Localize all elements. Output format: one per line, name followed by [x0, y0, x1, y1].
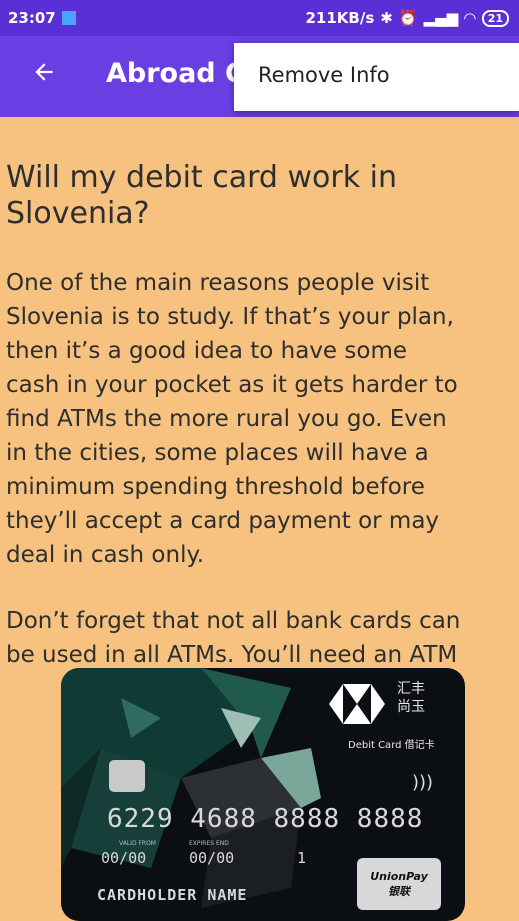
heading-line: Slovenia? [6, 196, 150, 231]
bank-name-chinese: 汇丰 尚玉 [397, 681, 425, 715]
arrow-left-icon [35, 63, 53, 81]
paragraph-line: then it’s a good idea to have some [6, 338, 408, 364]
status-right: 211KB/s ✱ ⏰ ▂▄▆ ◠ 21 [305, 9, 519, 27]
network-speed: 211KB/s [305, 9, 375, 27]
status-left: 23:07 [0, 9, 76, 27]
overflow-menu: Remove Info [234, 43, 519, 111]
debit-card-label: Debit Card 借记卡 [348, 740, 435, 751]
paragraph-line: cash in your pocket as it gets harder to [6, 372, 458, 398]
bluetooth-icon: ✱ [380, 9, 393, 27]
card-number: 6229 4688 8888 8888 [107, 804, 424, 834]
paragraph-line: in the cities, some places will have a [6, 440, 429, 466]
heading-line: Will my debit card work in [6, 160, 397, 195]
cardholder-name: CARDHOLDER NAME [97, 886, 248, 904]
valid-from-value: 00/00 [101, 849, 147, 867]
paragraph-line: One of the main reasons people visit [6, 270, 430, 296]
paragraph-line: Don’t forget that not all bank cards can [6, 608, 461, 634]
paragraph-line: be used in all ATMs. You’ll need an ATM [6, 642, 458, 668]
article-heading: Will my debit card work in Slovenia? [6, 160, 516, 232]
chip-icon [109, 760, 145, 792]
app-title: Abroad G [106, 58, 248, 89]
expires-end-label: EXPIRES END [189, 840, 229, 847]
article-paragraph: One of the main reasons people visit Slo… [6, 266, 458, 572]
paragraph-line: Slovenia is to study. If that’s your pla… [6, 304, 454, 330]
valid-from-label: VALID FROM [119, 840, 156, 847]
expires-end-value: 00/00 [189, 849, 235, 867]
paragraph-line: find ATMs the more rural you go. Even [6, 406, 447, 432]
debit-card-image: 汇丰 尚玉 Debit Card 借记卡 ))) 6229 4688 8888 … [61, 668, 465, 921]
unionpay-chinese-text: 银联 [388, 884, 410, 898]
card-sequence: 1 [297, 849, 307, 867]
status-bar: 23:07 211KB/s ✱ ⏰ ▂▄▆ ◠ 21 [0, 0, 519, 36]
signal-icon: ▂▄▆ [423, 9, 459, 27]
battery-icon: 21 [481, 9, 509, 27]
wifi-icon: ◠ [464, 9, 476, 27]
unionpay-logo: UnionPay 银联 [357, 858, 441, 910]
paragraph-line: deal in cash only. [6, 542, 205, 568]
status-time: 23:07 [8, 9, 56, 27]
paragraph-line: they’ll accept a card payment or may [6, 508, 440, 534]
unionpay-text: UnionPay [370, 869, 428, 883]
bank-logo-icon [329, 684, 385, 724]
alarm-icon: ⏰ [398, 9, 418, 27]
menu-item-remove-info[interactable]: Remove Info [258, 63, 390, 87]
paragraph-line: minimum spending threshold before [6, 474, 425, 500]
article-paragraph: Don’t forget that not all bank cards can… [6, 604, 460, 672]
notification-icon [61, 11, 76, 25]
contactless-icon: ))) [412, 772, 434, 793]
article-content: Will my debit card work in Slovenia? One… [6, 160, 516, 668]
back-button[interactable] [28, 56, 60, 88]
